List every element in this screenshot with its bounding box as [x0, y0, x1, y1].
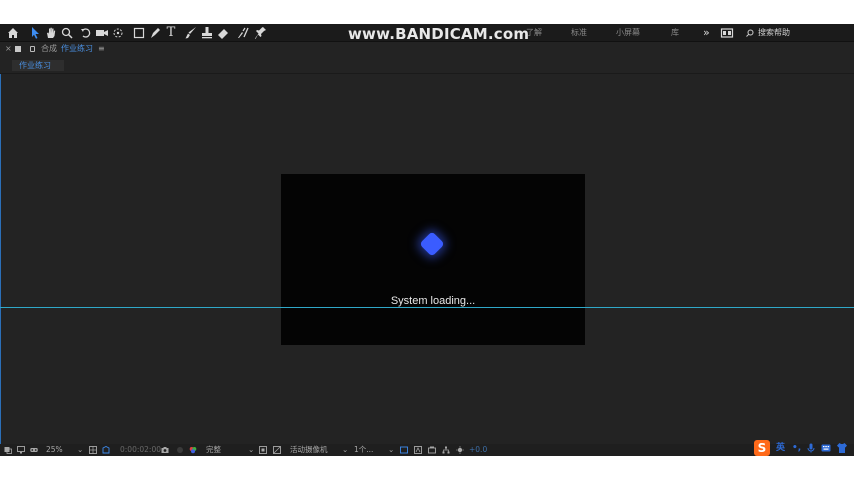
eraser-icon[interactable]	[216, 24, 230, 42]
tools-toolbar: T www.BANDICAM.com 了解 标准 小屏幕 库 » 搜索帮助	[0, 24, 854, 43]
hand-icon[interactable]	[44, 24, 58, 42]
pan-behind-icon[interactable]	[111, 24, 125, 42]
help-search-label: 搜索帮助	[758, 28, 790, 37]
exposure-icon[interactable]	[456, 446, 464, 454]
type-icon[interactable]: T	[164, 24, 178, 42]
clone-stamp-icon[interactable]	[200, 24, 214, 42]
chevron-down-icon[interactable]: ⌄	[77, 444, 83, 456]
panel-menu-icon[interactable]: ≡	[98, 43, 105, 55]
panel-layout-icon[interactable]	[720, 24, 734, 42]
sogou-logo-icon[interactable]: S	[754, 440, 770, 456]
workspace-small-screen[interactable]: 小屏幕	[616, 24, 640, 42]
exposure-value[interactable]: +0.0	[469, 444, 487, 456]
recorder-watermark: www.BANDICAM.com	[348, 25, 530, 43]
region-of-interest-icon[interactable]	[259, 446, 267, 454]
after-effects-window: T www.BANDICAM.com 了解 标准 小屏幕 库 » 搜索帮助 × …	[0, 24, 854, 456]
color-channels-icon[interactable]	[189, 446, 197, 454]
skin-shirt-icon[interactable]	[836, 442, 848, 454]
workspace-libraries[interactable]: 库	[671, 24, 679, 42]
lock-icon[interactable]	[30, 46, 35, 52]
ime-status-bar: S 英 •,	[754, 440, 854, 456]
selection-arrow-icon[interactable]	[28, 24, 42, 42]
fast-preview-icon[interactable]	[414, 446, 422, 454]
viewer-options-bar: 25% ⌄ 0:00:02:00 完整 ⌄ 活动摄像机 ⌄ 1个... ⌄ +0…	[0, 444, 854, 456]
camera-icon[interactable]	[94, 24, 110, 42]
ime-punctuation-toggle[interactable]: •,	[792, 441, 801, 455]
magnification-dropdown[interactable]: 25%	[46, 444, 63, 456]
pen-icon[interactable]	[148, 24, 162, 42]
panel-focus-edge	[0, 74, 1, 444]
timeline-icon[interactable]	[428, 446, 436, 454]
help-search[interactable]: 搜索帮助	[742, 26, 854, 40]
panel-close-button[interactable]: ×	[5, 43, 12, 55]
chevron-down-icon[interactable]: ⌄	[388, 444, 394, 456]
toggle-pixel-aspect-icon[interactable]	[400, 446, 408, 454]
search-icon	[746, 29, 754, 37]
panel-comp-name[interactable]: 作业练习	[61, 43, 93, 55]
composition-frame[interactable]: System loading...	[281, 174, 585, 345]
rotate-icon[interactable]	[80, 24, 92, 42]
rectangle-icon[interactable]	[132, 24, 146, 42]
current-time-display[interactable]: 0:00:02:00	[120, 444, 161, 456]
zoom-icon[interactable]	[60, 24, 74, 42]
monitor-icon[interactable]	[17, 446, 25, 454]
composition-panel-header: × 合成 作业练习 ≡	[0, 43, 854, 55]
composition-viewer[interactable]: System loading...	[0, 74, 854, 444]
transparency-grid-icon[interactable]	[273, 446, 281, 454]
loading-text: System loading...	[390, 295, 476, 307]
composition-icon	[15, 46, 21, 52]
composition-tab[interactable]: 作业练习	[12, 60, 64, 71]
vr-goggles-icon[interactable]	[30, 446, 38, 454]
panel-label: 合成	[41, 44, 57, 53]
workspace-learn[interactable]: 了解	[526, 24, 542, 42]
keyboard-icon[interactable]	[821, 443, 831, 453]
chevron-down-icon[interactable]: ⌄	[342, 444, 348, 456]
title-safe-icon[interactable]	[89, 446, 97, 454]
puppet-pin-icon[interactable]	[254, 24, 268, 42]
microphone-icon[interactable]	[807, 443, 815, 453]
roto-brush-icon[interactable]	[236, 24, 250, 42]
horizontal-guide-line[interactable]	[0, 307, 854, 308]
resolution-dropdown[interactable]: 完整	[206, 444, 221, 456]
flowchart-icon[interactable]	[442, 446, 450, 454]
snapshot-camera-icon[interactable]	[161, 446, 169, 454]
always-preview-icon[interactable]	[4, 446, 12, 454]
chevron-down-icon[interactable]: ⌄	[248, 444, 254, 456]
ime-language-toggle[interactable]: 英	[776, 441, 785, 455]
view-layout-dropdown[interactable]: 1个...	[354, 444, 373, 456]
loading-diamond-icon	[419, 231, 445, 257]
workspace-standard[interactable]: 标准	[571, 24, 587, 42]
home-icon[interactable]	[6, 24, 20, 42]
show-snapshot-icon[interactable]	[176, 446, 184, 454]
brush-icon[interactable]	[184, 24, 198, 42]
workspace-overflow-button[interactable]: »	[703, 24, 710, 42]
camera-view-dropdown[interactable]: 活动摄像机	[290, 444, 328, 456]
mask-visibility-icon[interactable]	[102, 446, 110, 454]
